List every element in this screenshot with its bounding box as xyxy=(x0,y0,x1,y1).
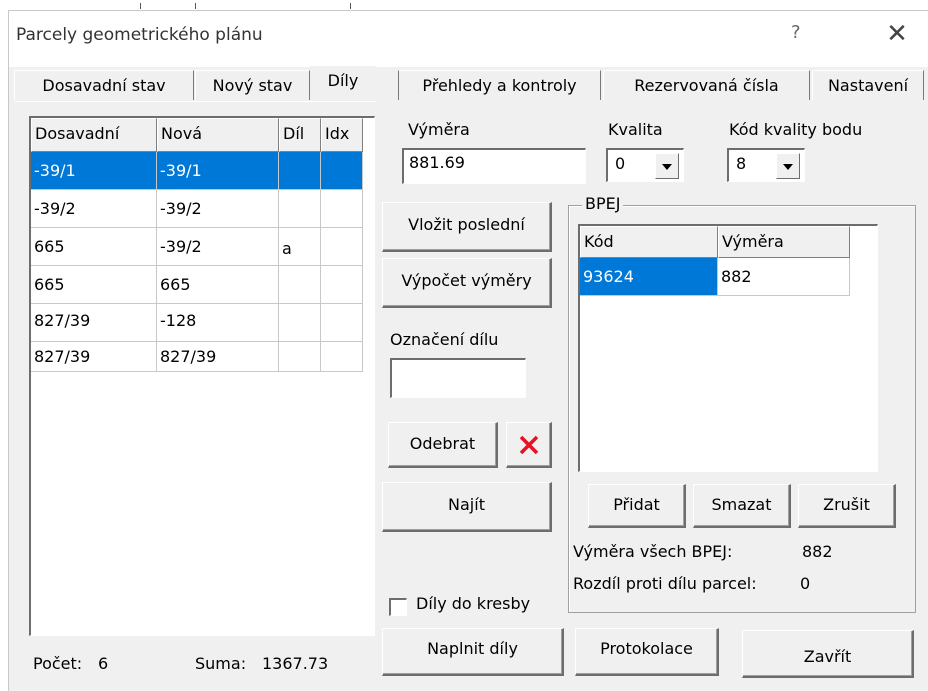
point-quality-value: 8 xyxy=(736,154,747,173)
table-cell[interactable]: 93624 xyxy=(580,258,718,296)
sum-value: 1367.73 xyxy=(262,654,329,673)
table-cell[interactable] xyxy=(321,228,363,266)
area-input[interactable]: 881.69 xyxy=(402,148,586,184)
table-cell[interactable] xyxy=(279,342,321,372)
fill-parts-button[interactable]: Naplnit díly xyxy=(382,628,564,676)
count-value: 6 xyxy=(98,654,109,673)
tab-dosavadni-stav[interactable]: Dosavadní stav xyxy=(14,70,194,100)
quality-label: Kvalita xyxy=(608,120,663,139)
table-cell[interactable] xyxy=(321,152,363,190)
table-cell[interactable] xyxy=(321,304,363,342)
table-cell[interactable]: 827/39 xyxy=(157,342,279,372)
table-cell[interactable]: -39/2 xyxy=(157,190,279,228)
table-cell[interactable] xyxy=(321,190,363,228)
delete-bpej-button[interactable]: Smazat xyxy=(693,484,791,528)
table-cell[interactable]: 827/39 xyxy=(31,304,157,342)
area-label: Výměra xyxy=(408,120,470,139)
column-header-vymera[interactable]: Výměra xyxy=(718,226,850,258)
tab-novy-stav[interactable]: Nový stav xyxy=(195,70,310,100)
part-mark-input[interactable] xyxy=(390,358,526,398)
bpej-diff-value: 0 xyxy=(800,574,811,593)
insert-last-button[interactable]: Vložit poslední xyxy=(382,202,552,252)
tab-rezervovana-cisla[interactable]: Rezervovaná čísla xyxy=(603,70,810,100)
column-header-dil[interactable]: Díl xyxy=(279,118,321,152)
compute-area-button[interactable]: Výpočet výměry xyxy=(382,258,552,308)
point-quality-select[interactable]: 8 xyxy=(727,148,805,182)
tab-dily[interactable]: Díly xyxy=(310,66,376,102)
add-bpej-button[interactable]: Přidat xyxy=(588,484,686,528)
table-cell[interactable]: -39/2 xyxy=(31,190,157,228)
table-cell[interactable]: a xyxy=(279,228,321,266)
draw-parts-label: Díly do kresby xyxy=(416,594,531,613)
table-cell[interactable]: 882 xyxy=(718,258,850,296)
remove-button[interactable]: Odebrat xyxy=(388,422,498,468)
tab-prehledy-a-kontroly[interactable]: Přehledy a kontroly xyxy=(398,70,601,100)
table-cell[interactable]: 665 xyxy=(157,266,279,304)
table-cell[interactable] xyxy=(279,190,321,228)
bpej-table[interactable]: Kód Výměra 93624 882 xyxy=(578,224,878,472)
table-cell[interactable] xyxy=(279,266,321,304)
table-cell[interactable] xyxy=(279,152,321,190)
quality-select[interactable]: 0 xyxy=(606,148,684,182)
cancel-bpej-button[interactable]: Zrušit xyxy=(798,484,896,528)
column-header-kod[interactable]: Kód xyxy=(580,226,718,258)
bpej-group-label: BPEJ xyxy=(582,194,624,213)
delete-button[interactable] xyxy=(506,422,552,468)
find-button[interactable]: Najít xyxy=(382,482,552,532)
table-cell[interactable]: -128 xyxy=(157,304,279,342)
tab-nastaveni[interactable]: Nastavení xyxy=(812,70,924,100)
delete-x-icon xyxy=(519,435,539,455)
parts-table[interactable]: Dosavadní Nová Díl Idx -39/1 -39/1 -39/2… xyxy=(29,116,375,636)
chevron-down-icon[interactable] xyxy=(776,153,800,179)
column-header-idx[interactable]: Idx xyxy=(321,118,363,152)
close-button[interactable]: Zavřít xyxy=(742,630,914,678)
tab-panel-edge xyxy=(14,101,376,102)
table-cell[interactable]: -39/1 xyxy=(31,152,157,190)
background-strip xyxy=(0,0,928,10)
bpej-total-label: Výměra všech BPEJ: xyxy=(573,542,733,561)
table-cell[interactable]: 665 xyxy=(31,266,157,304)
draw-parts-checkbox[interactable] xyxy=(389,598,407,616)
help-icon[interactable]: ? xyxy=(791,22,801,43)
sum-label: Suma: xyxy=(195,654,247,673)
bpej-diff-label: Rozdíl proti dílu parcel: xyxy=(573,574,757,593)
table-cell[interactable]: 827/39 xyxy=(31,342,157,372)
table-cell[interactable] xyxy=(279,304,321,342)
table-cell[interactable] xyxy=(321,342,363,372)
count-label: Počet: xyxy=(33,654,83,673)
table-cell[interactable]: 665 xyxy=(31,228,157,266)
column-header-dosavadni[interactable]: Dosavadní xyxy=(31,118,157,152)
table-cell[interactable] xyxy=(321,266,363,304)
chevron-down-icon[interactable] xyxy=(655,153,679,179)
table-cell[interactable]: -39/2 xyxy=(157,228,279,266)
table-cell[interactable]: -39/1 xyxy=(157,152,279,190)
part-mark-label: Označení dílu xyxy=(390,330,499,349)
window-title: Parcely geometrického plánu xyxy=(16,25,263,45)
point-quality-label: Kód kvality bodu xyxy=(729,120,863,139)
column-header-nova[interactable]: Nová xyxy=(157,118,279,152)
bpej-total-value: 882 xyxy=(802,542,833,561)
close-icon[interactable]: ✕ xyxy=(874,16,920,52)
quality-value: 0 xyxy=(615,154,626,173)
protocol-button[interactable]: Protokolace xyxy=(575,628,719,676)
